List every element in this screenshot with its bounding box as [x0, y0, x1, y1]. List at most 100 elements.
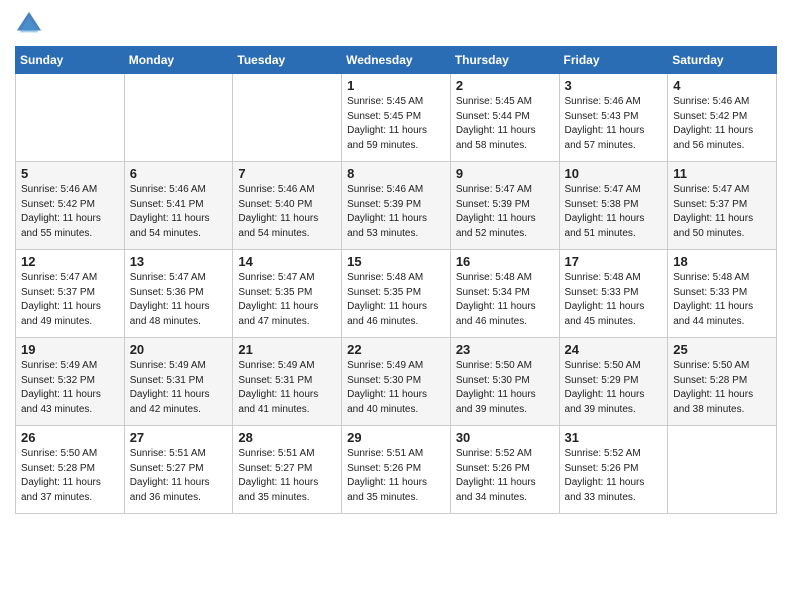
day-number: 30	[456, 430, 554, 445]
header	[15, 10, 777, 38]
calendar-cell	[16, 74, 125, 162]
calendar-cell: 28 Sunrise: 5:51 AM Sunset: 5:27 PM Dayli…	[233, 426, 342, 514]
calendar-cell: 16 Sunrise: 5:48 AM Sunset: 5:34 PM Dayli…	[450, 250, 559, 338]
day-info: Sunrise: 5:46 AM Sunset: 5:41 PM Dayligh…	[130, 183, 228, 241]
day-header-thursday: Thursday	[450, 47, 559, 74]
day-info: Sunrise: 5:49 AM Sunset: 5:30 PM Dayligh…	[347, 359, 445, 417]
day-number: 11	[673, 166, 771, 181]
day-number: 13	[130, 254, 228, 269]
calendar-cell: 17Sunrise: 5:48 AM Sunset: 5:33 PM Dayli…	[559, 250, 668, 338]
day-info: Sunrise: 5:46 AM Sunset: 5:40 PM Dayligh…	[238, 183, 336, 241]
calendar-cell: 8 Sunrise: 5:46 AM Sunset: 5:39 PM Daylig…	[342, 162, 451, 250]
calendar-week-row: 5 Sunrise: 5:46 AM Sunset: 5:42 PM Daylig…	[16, 162, 777, 250]
day-number: 8	[347, 166, 445, 181]
day-number: 5	[21, 166, 119, 181]
calendar-cell	[668, 426, 777, 514]
day-info: Sunrise: 5:49 AM Sunset: 5:32 PM Dayligh…	[21, 359, 119, 417]
day-info: Sunrise: 5:50 AM Sunset: 5:29 PM Dayligh…	[565, 359, 663, 417]
calendar-cell: 20 Sunrise: 5:49 AM Sunset: 5:31 PM Dayli…	[124, 338, 233, 426]
day-info: Sunrise: 5:51 AM Sunset: 5:26 PM Dayligh…	[347, 447, 445, 505]
day-header-wednesday: Wednesday	[342, 47, 451, 74]
day-number: 26	[21, 430, 119, 445]
day-info: Sunrise: 5:51 AM Sunset: 5:27 PM Dayligh…	[238, 447, 336, 505]
logo	[15, 10, 47, 38]
calendar-cell: 12Sunrise: 5:47 AM Sunset: 5:37 PM Dayli…	[16, 250, 125, 338]
day-info: Sunrise: 5:46 AM Sunset: 5:42 PM Dayligh…	[673, 95, 771, 153]
day-header-tuesday: Tuesday	[233, 47, 342, 74]
day-header-sunday: Sunday	[16, 47, 125, 74]
day-number: 4	[673, 78, 771, 93]
calendar-cell: 21 Sunrise: 5:49 AM Sunset: 5:31 PM Dayli…	[233, 338, 342, 426]
day-info: Sunrise: 5:46 AM Sunset: 5:39 PM Dayligh…	[347, 183, 445, 241]
day-number: 22	[347, 342, 445, 357]
day-number: 27	[130, 430, 228, 445]
calendar-cell: 14 Sunrise: 5:47 AM Sunset: 5:35 PM Dayli…	[233, 250, 342, 338]
calendar-cell	[124, 74, 233, 162]
calendar-cell: 30 Sunrise: 5:52 AM Sunset: 5:26 PM Dayli…	[450, 426, 559, 514]
day-number: 23	[456, 342, 554, 357]
calendar-cell: 15 Sunrise: 5:48 AM Sunset: 5:35 PM Dayli…	[342, 250, 451, 338]
calendar-cell: 19 Sunrise: 5:49 AM Sunset: 5:32 PM Dayli…	[16, 338, 125, 426]
day-number: 2	[456, 78, 554, 93]
day-info: Sunrise: 5:49 AM Sunset: 5:31 PM Dayligh…	[130, 359, 228, 417]
day-info: Sunrise: 5:45 AM Sunset: 5:45 PM Dayligh…	[347, 95, 445, 153]
calendar-week-row: 19 Sunrise: 5:49 AM Sunset: 5:32 PM Dayli…	[16, 338, 777, 426]
day-number: 29	[347, 430, 445, 445]
day-info: Sunrise: 5:52 AM Sunset: 5:26 PM Dayligh…	[456, 447, 554, 505]
day-info: Sunrise: 5:52 AM Sunset: 5:26 PM Dayligh…	[565, 447, 663, 505]
day-info: Sunrise: 5:47 AM Sunset: 5:39 PM Dayligh…	[456, 183, 554, 241]
calendar-cell: 10 Sunrise: 5:47 AM Sunset: 5:38 PM Dayli…	[559, 162, 668, 250]
day-header-monday: Monday	[124, 47, 233, 74]
day-number: 21	[238, 342, 336, 357]
day-info: Sunrise: 5:47 AM Sunset: 5:35 PM Dayligh…	[238, 271, 336, 329]
calendar-cell: 18 Sunrise: 5:48 AM Sunset: 5:33 PM Dayli…	[668, 250, 777, 338]
day-number: 18	[673, 254, 771, 269]
day-number: 20	[130, 342, 228, 357]
calendar-cell: 3Sunrise: 5:46 AM Sunset: 5:43 PM Daylig…	[559, 74, 668, 162]
day-info: Sunrise: 5:45 AM Sunset: 5:44 PM Dayligh…	[456, 95, 554, 153]
day-header-saturday: Saturday	[668, 47, 777, 74]
calendar-cell: 24 Sunrise: 5:50 AM Sunset: 5:29 PM Dayli…	[559, 338, 668, 426]
day-info: Sunrise: 5:48 AM Sunset: 5:33 PM Dayligh…	[673, 271, 771, 329]
calendar-cell: 25Sunrise: 5:50 AM Sunset: 5:28 PM Dayli…	[668, 338, 777, 426]
calendar-cell	[233, 74, 342, 162]
day-number: 19	[21, 342, 119, 357]
day-info: Sunrise: 5:49 AM Sunset: 5:31 PM Dayligh…	[238, 359, 336, 417]
day-info: Sunrise: 5:50 AM Sunset: 5:28 PM Dayligh…	[21, 447, 119, 505]
calendar-cell: 5 Sunrise: 5:46 AM Sunset: 5:42 PM Daylig…	[16, 162, 125, 250]
day-info: Sunrise: 5:47 AM Sunset: 5:36 PM Dayligh…	[130, 271, 228, 329]
day-info: Sunrise: 5:48 AM Sunset: 5:34 PM Dayligh…	[456, 271, 554, 329]
day-number: 16	[456, 254, 554, 269]
day-number: 14	[238, 254, 336, 269]
calendar-week-row: 12Sunrise: 5:47 AM Sunset: 5:37 PM Dayli…	[16, 250, 777, 338]
day-number: 3	[565, 78, 663, 93]
day-info: Sunrise: 5:47 AM Sunset: 5:37 PM Dayligh…	[21, 271, 119, 329]
day-info: Sunrise: 5:50 AM Sunset: 5:30 PM Dayligh…	[456, 359, 554, 417]
calendar-cell: 13 Sunrise: 5:47 AM Sunset: 5:36 PM Dayli…	[124, 250, 233, 338]
day-number: 9	[456, 166, 554, 181]
day-number: 1	[347, 78, 445, 93]
day-info: Sunrise: 5:51 AM Sunset: 5:27 PM Dayligh…	[130, 447, 228, 505]
day-number: 28	[238, 430, 336, 445]
day-number: 24	[565, 342, 663, 357]
calendar-cell: 1 Sunrise: 5:45 AM Sunset: 5:45 PM Daylig…	[342, 74, 451, 162]
day-number: 15	[347, 254, 445, 269]
day-info: Sunrise: 5:48 AM Sunset: 5:35 PM Dayligh…	[347, 271, 445, 329]
calendar-cell: 4 Sunrise: 5:46 AM Sunset: 5:42 PM Daylig…	[668, 74, 777, 162]
day-number: 10	[565, 166, 663, 181]
calendar-cell: 6Sunrise: 5:46 AM Sunset: 5:41 PM Daylig…	[124, 162, 233, 250]
calendar-cell: 2 Sunrise: 5:45 AM Sunset: 5:44 PM Daylig…	[450, 74, 559, 162]
day-number: 25	[673, 342, 771, 357]
day-header-friday: Friday	[559, 47, 668, 74]
page-container: SundayMondayTuesdayWednesdayThursdayFrid…	[0, 0, 792, 529]
calendar-table: SundayMondayTuesdayWednesdayThursdayFrid…	[15, 46, 777, 514]
day-number: 7	[238, 166, 336, 181]
logo-icon	[15, 10, 43, 38]
calendar-cell: 7 Sunrise: 5:46 AM Sunset: 5:40 PM Daylig…	[233, 162, 342, 250]
calendar-week-row: 1 Sunrise: 5:45 AM Sunset: 5:45 PM Daylig…	[16, 74, 777, 162]
day-info: Sunrise: 5:47 AM Sunset: 5:38 PM Dayligh…	[565, 183, 663, 241]
day-number: 31	[565, 430, 663, 445]
day-info: Sunrise: 5:46 AM Sunset: 5:42 PM Dayligh…	[21, 183, 119, 241]
calendar-cell: 9 Sunrise: 5:47 AM Sunset: 5:39 PM Daylig…	[450, 162, 559, 250]
calendar-cell: 29 Sunrise: 5:51 AM Sunset: 5:26 PM Dayli…	[342, 426, 451, 514]
